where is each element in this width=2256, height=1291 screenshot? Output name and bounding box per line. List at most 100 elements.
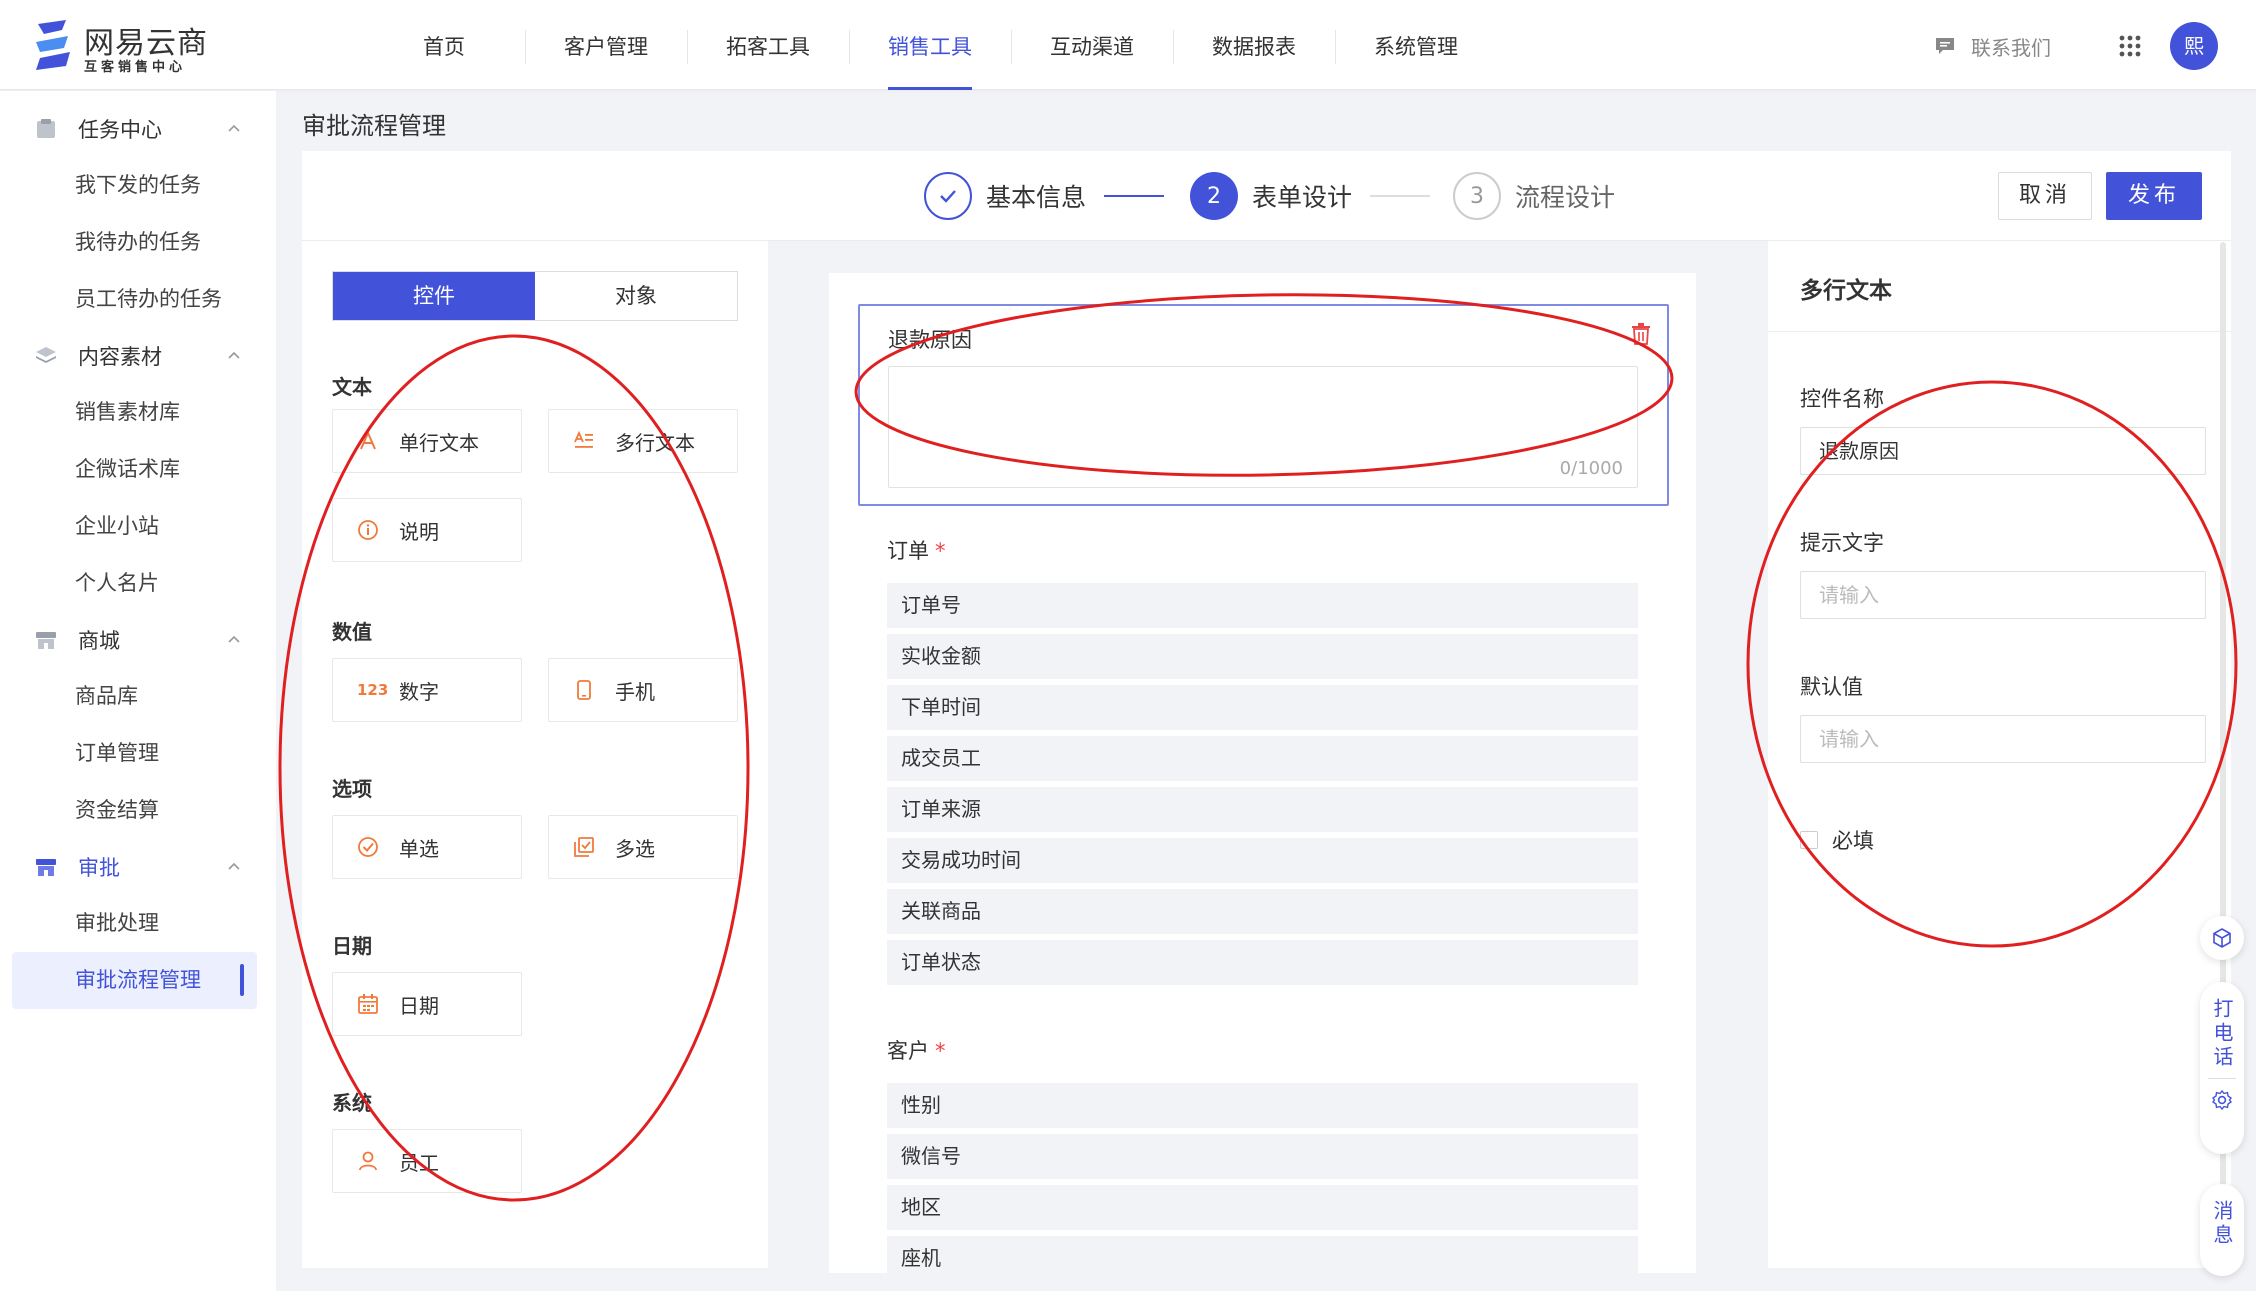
step-flow-design[interactable]: 3 流程设计 [1453,171,1615,221]
step-connector [1370,195,1430,197]
single-line-text-icon [360,430,376,450]
info-icon [358,520,378,540]
control-number[interactable]: 123 数字 [332,658,522,722]
task-icon [37,119,55,138]
sidebar-item-staff-todo-tasks[interactable]: 员工待办的任务 [0,271,276,328]
trash-icon[interactable] [1630,322,1652,346]
category-title-options: 选项 [332,777,372,801]
nav-item-system[interactable]: 系统管理 [1335,0,1497,90]
sidebar-item-sales-material[interactable]: 销售素材库 [0,384,276,441]
call-widget[interactable]: 打电话 [2200,982,2244,1154]
brand-logo[interactable]: 网易云商 互客销售中心 [32,16,232,76]
step-label: 基本信息 [986,183,1087,212]
tab-objects[interactable]: 对象 [535,272,737,320]
sidebar-item-my-issued-tasks[interactable]: 我下发的任务 [0,157,276,214]
category-title-number: 数值 [332,620,372,644]
required-checkbox[interactable]: 必填 [1800,825,1874,855]
cube-button[interactable] [2200,916,2244,960]
form-field-row[interactable]: 订单号 [887,583,1638,628]
control-label: 多选 [615,836,655,861]
sidebar-item-approval-handling[interactable]: 审批处理 [0,895,276,952]
divider [1768,331,2231,332]
form-field-row[interactable]: 交易成功时间 [887,838,1638,883]
field-group-order: 订单 * [887,535,946,565]
sidebar-item-order-management[interactable]: 订单管理 [0,725,276,782]
required-mark: * [935,539,946,563]
divider [2208,1078,2236,1079]
sidebar-item-wecom-scripts[interactable]: 企微话术库 [0,441,276,498]
sidebar-item-microsite[interactable]: 企业小站 [0,498,276,555]
sidebar-item-settlement[interactable]: 资金结算 [0,782,276,839]
sidebar-group-approval[interactable]: 审批 [0,839,276,895]
step-basic-info[interactable]: 基本信息 [924,171,1086,221]
sidebar-group-label: 任务中心 [78,118,162,142]
nav-item-prospecting[interactable]: 拓客工具 [687,0,849,90]
radio-icon [358,837,378,857]
sidebar-item-my-todo-tasks[interactable]: 我待办的任务 [0,214,276,271]
form-field-row[interactable]: 实收金额 [887,634,1638,679]
field-group-label: 订单 [887,539,929,563]
control-label: 多行文本 [615,430,695,455]
tab-controls[interactable]: 控件 [333,272,535,320]
default-value-input[interactable]: 请输入 [1800,715,2206,763]
nav-item-home[interactable]: 首页 [363,0,525,90]
form-field-row[interactable]: 关联商品 [887,889,1638,934]
required-label: 必填 [1832,829,1874,853]
control-multi-choice[interactable]: 多选 [548,815,738,879]
publish-button[interactable]: 发布 [2106,172,2202,220]
step-label: 表单设计 [1252,183,1353,212]
checkbox-icon [574,837,594,857]
message-bubble-icon [1936,38,1954,54]
multi-line-text-icon [574,430,593,448]
contact-us-link[interactable]: 联系我们 [1935,30,2051,62]
step-number: 3 [1453,172,1501,220]
control-label: 手机 [615,679,655,704]
sidebar-item-product-library[interactable]: 商品库 [0,668,276,725]
control-multi-line-text[interactable]: 多行文本 [548,409,738,473]
form-field-row[interactable]: 微信号 [887,1134,1638,1179]
chevron-up-icon [228,124,240,132]
sidebar-item-business-card[interactable]: 个人名片 [0,555,276,612]
control-employee[interactable]: 员工 [332,1129,522,1193]
form-field-row[interactable]: 订单来源 [887,787,1638,832]
form-field-row[interactable]: 性别 [887,1083,1638,1128]
control-name-input[interactable]: 退款原因 [1800,427,2206,475]
sidebar-group-mall[interactable]: 商城 [0,612,276,668]
sidebar-group-task-center[interactable]: 任务中心 [0,101,276,157]
control-date[interactable]: 日期 [332,972,522,1036]
selected-field-refund-reason[interactable]: 退款原因 0/1000 [858,304,1669,506]
palette-tabs: 控件 对象 [332,271,738,321]
sidebar-item-approval-flow-management[interactable]: 审批流程管理 [12,952,257,1009]
form-field-row[interactable]: 地区 [887,1185,1638,1230]
form-field-row[interactable]: 座机 [887,1236,1638,1273]
control-description[interactable]: 说明 [332,498,522,562]
step-form-design[interactable]: 2 表单设计 [1190,171,1352,221]
settings-gear-icon[interactable] [2211,1089,2233,1111]
form-field-row[interactable]: 成交员工 [887,736,1638,781]
control-palette: 控件 对象 文本 单行文本 多行文本 说明 数值 123 数字 手机 选项 单选 [302,241,768,1268]
user-avatar[interactable]: 熙 [2170,22,2218,70]
nav-item-sales-tools[interactable]: 销售工具 [849,0,1011,90]
nav-item-channels[interactable]: 互动渠道 [1011,0,1173,90]
field-group-label: 客户 [887,1039,929,1063]
char-counter: 0/1000 [1559,458,1623,479]
sidebar-group-content[interactable]: 内容素材 [0,328,276,384]
nav-item-reports[interactable]: 数据报表 [1173,0,1335,90]
field-group-customer: 客户 * [887,1035,946,1065]
approval-icon [36,859,56,876]
top-bar: 网易云商 互客销售中心 首页 客户管理 拓客工具 销售工具 互动渠道 数据报表 … [0,0,2256,90]
nav-item-customers[interactable]: 客户管理 [525,0,687,90]
cancel-button[interactable]: 取消 [1998,172,2092,220]
form-field-row[interactable]: 下单时间 [887,685,1638,730]
control-single-choice[interactable]: 单选 [332,815,522,879]
form-field-row[interactable]: 订单状态 [887,940,1638,985]
message-widget[interactable]: 消息 [2200,1184,2244,1276]
hint-text-input[interactable]: 请输入 [1800,571,2206,619]
app-grid-icon[interactable] [2118,34,2142,58]
control-single-line-text[interactable]: 单行文本 [332,409,522,473]
control-phone[interactable]: 手机 [548,658,738,722]
cube-icon [2213,928,2231,948]
control-label: 说明 [399,519,439,544]
multi-line-textarea[interactable]: 0/1000 [888,366,1638,488]
contact-us-label: 联系我们 [1971,35,2051,60]
